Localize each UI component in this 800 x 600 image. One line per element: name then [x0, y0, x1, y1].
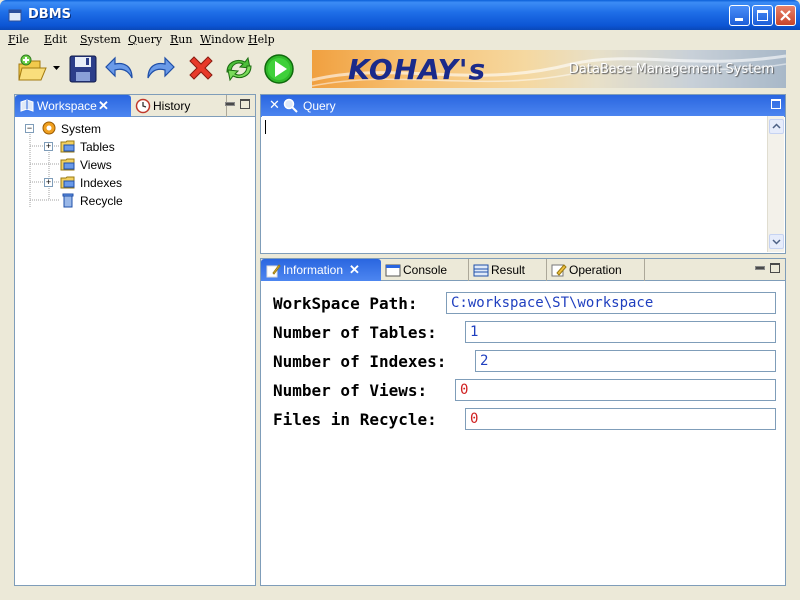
expand-icon[interactable]: + [44, 178, 53, 187]
scroll-up-button[interactable] [769, 119, 784, 134]
refresh-icon[interactable] [222, 52, 256, 86]
minimize-button[interactable] [729, 5, 750, 26]
minimize-panel-icon[interactable] [754, 263, 765, 273]
expand-icon[interactable]: + [44, 142, 53, 151]
minimize-panel-icon[interactable] [224, 99, 235, 109]
info-label-views: Number of Views: [273, 381, 428, 400]
information-panel-header: Information ✕ Console Result Operation [261, 259, 785, 281]
info-label-recycle: Files in Recycle: [273, 410, 437, 429]
operation-edit-icon [551, 264, 567, 277]
maximize-panel-icon[interactable] [240, 99, 250, 109]
info-row-recycle: Files in Recycle: 0 [273, 408, 777, 430]
tab-operation-label: Operation [569, 263, 622, 277]
menu-file[interactable]: File [8, 33, 29, 46]
tab-query-label: Query [303, 99, 336, 113]
menu-query[interactable]: Query [128, 33, 162, 46]
collapse-icon[interactable]: − [25, 124, 34, 133]
product-banner: KOHAY's DataBase Management System [312, 50, 786, 88]
console-icon [385, 264, 401, 277]
menu-bar: File Edit System Query Run Window Help [0, 30, 800, 50]
delete-icon[interactable] [184, 52, 218, 86]
menu-help[interactable]: Help [248, 33, 275, 46]
menu-system[interactable]: System [80, 33, 121, 46]
undo-icon[interactable] [104, 52, 138, 86]
redo-icon[interactable] [142, 52, 176, 86]
scroll-down-button[interactable] [769, 234, 784, 249]
run-icon[interactable] [262, 52, 296, 86]
recycle-count-field[interactable]: 0 [465, 408, 776, 430]
system-gear-icon [42, 121, 56, 135]
tab-console-label: Console [403, 263, 448, 277]
tab-result-label: Result [491, 263, 526, 277]
banner-subtitle: DataBase Management System [568, 62, 774, 77]
folder-icon [60, 176, 75, 189]
tab-result[interactable]: Result [469, 259, 547, 281]
close-button[interactable] [775, 5, 796, 26]
tree-label-recycle: Recycle [80, 194, 123, 208]
information-panel: Information ✕ Console Result Operation W… [260, 258, 786, 586]
tab-history-label: History [153, 99, 191, 113]
tables-count-field[interactable]: 1 [465, 321, 776, 343]
tree-label-indexes: Indexes [80, 176, 123, 190]
workspace-path-field[interactable]: C:workspace\ST\workspace [446, 292, 776, 314]
workspace-panel: Workspace ✕ History − System + Tables Vi… [14, 94, 256, 586]
close-tab-icon[interactable]: ✕ [269, 98, 280, 113]
history-clock-icon [135, 98, 151, 114]
close-icon [780, 10, 791, 21]
info-label-workspace-path: WorkSpace Path: [273, 294, 418, 313]
save-icon[interactable] [66, 52, 100, 86]
query-editor[interactable] [262, 116, 784, 252]
maximize-button[interactable] [752, 5, 773, 26]
info-label-tables: Number of Tables: [273, 323, 437, 342]
chevron-down-icon [772, 239, 781, 245]
tree-node-tables[interactable]: + Tables [44, 138, 244, 156]
workspace-panel-header: Workspace ✕ History [15, 95, 255, 117]
tab-console[interactable]: Console [381, 259, 469, 281]
query-magnifier-icon [283, 98, 298, 113]
window-title: DBMS [28, 7, 71, 22]
query-scrollbar[interactable] [767, 116, 784, 252]
menu-edit[interactable]: Edit [44, 33, 67, 46]
tab-workspace-label: Workspace [37, 99, 97, 113]
info-row-workspace-path: WorkSpace Path: C:workspace\ST\workspace [273, 292, 777, 314]
workspace-book-icon [20, 99, 34, 112]
folder-icon [60, 158, 75, 171]
tree-node-system[interactable]: − System [25, 120, 245, 138]
tab-information[interactable]: Information ✕ [261, 259, 381, 281]
views-count-field[interactable]: 0 [455, 379, 776, 401]
text-cursor [265, 120, 266, 134]
menu-run[interactable]: Run [170, 33, 192, 46]
tree-label-tables: Tables [80, 140, 115, 154]
info-label-indexes: Number of Indexes: [273, 352, 447, 371]
info-row-tables: Number of Tables: 1 [273, 321, 777, 343]
tab-history[interactable]: History [131, 95, 227, 117]
tab-operation[interactable]: Operation [547, 259, 645, 281]
menu-window[interactable]: Window [200, 33, 245, 46]
chevron-down-icon[interactable] [53, 66, 60, 72]
indexes-count-field[interactable]: 2 [475, 350, 776, 372]
info-row-indexes: Number of Indexes: 2 [273, 350, 777, 372]
tab-workspace[interactable]: Workspace ✕ [15, 95, 131, 117]
folder-icon [60, 140, 75, 153]
information-pencil-icon [266, 264, 281, 278]
close-tab-icon[interactable]: ✕ [98, 98, 109, 114]
recycle-bin-icon [62, 193, 74, 208]
tree-node-indexes[interactable]: + Indexes [44, 174, 244, 192]
result-table-icon [473, 264, 489, 277]
app-icon [8, 9, 22, 22]
tree-node-views[interactable]: Views [44, 156, 244, 174]
banner-logo: KOHAY's [348, 53, 487, 86]
maximize-panel-icon[interactable] [771, 99, 781, 109]
tree-label-views: Views [80, 158, 112, 172]
info-row-views: Number of Views: 0 [273, 379, 777, 401]
chevron-up-icon [772, 123, 781, 129]
tree-label-system: System [61, 122, 102, 136]
close-tab-icon[interactable]: ✕ [349, 262, 360, 278]
title-bar[interactable]: DBMS [0, 0, 800, 30]
tab-information-label: Information [283, 263, 344, 277]
query-panel-header: ✕ Query [261, 95, 785, 117]
open-folder-icon[interactable] [16, 52, 50, 86]
tree-node-recycle[interactable]: Recycle [44, 192, 244, 210]
maximize-panel-icon[interactable] [770, 263, 780, 273]
